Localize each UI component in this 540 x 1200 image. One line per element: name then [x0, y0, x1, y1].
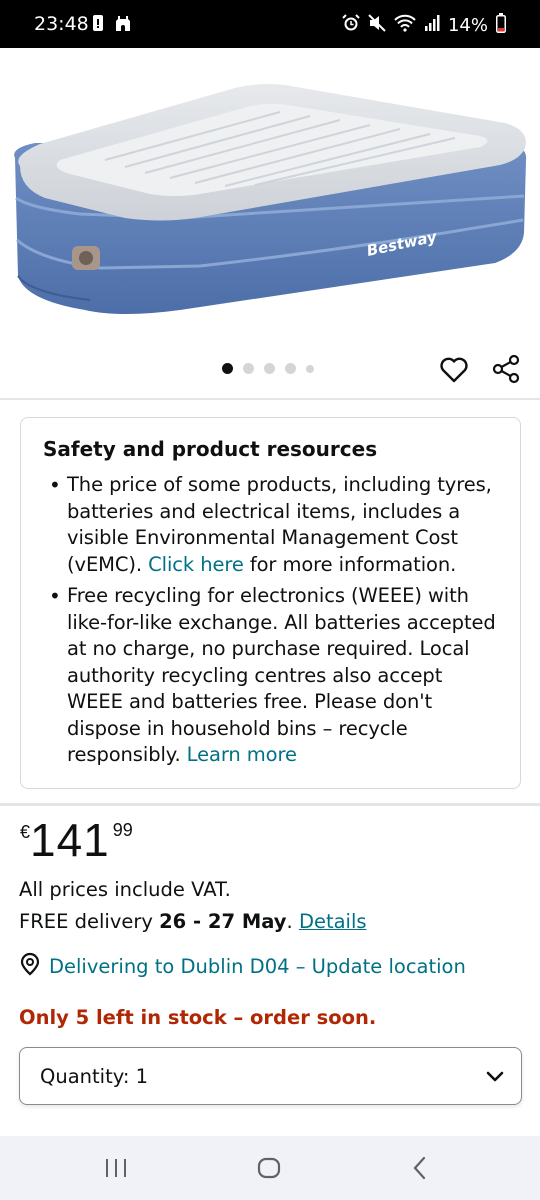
status-bar: 23:48 14% [0, 0, 540, 48]
list-item: The price of some products, including ty… [43, 472, 498, 578]
quantity-value: 1 [135, 1065, 149, 1088]
carousel-dot[interactable] [243, 363, 254, 374]
product-image[interactable]: Bestway [0, 48, 540, 338]
share-icon[interactable] [490, 353, 522, 385]
quantity-select[interactable]: Quantity: 1 [19, 1047, 522, 1105]
divider [0, 398, 540, 400]
carousel-dots[interactable] [222, 363, 314, 374]
mute-icon [368, 14, 386, 37]
carousel-dot[interactable] [285, 363, 296, 374]
heart-icon[interactable] [438, 354, 470, 386]
castle-icon [114, 14, 132, 37]
list-item: Free recycling for electronics (WEEE) wi… [43, 583, 498, 769]
home-icon[interactable] [256, 1156, 282, 1185]
location-text[interactable]: Delivering to Dublin D04 – Update locati… [49, 955, 466, 978]
resources-card: Safety and product resources The price o… [20, 417, 521, 789]
price-fraction: 99 [112, 820, 133, 840]
price-whole: 141 [30, 814, 110, 866]
delivery-dates: 26 - 27 May [159, 910, 287, 933]
battery-text: 14% [447, 15, 488, 36]
learn-more-link[interactable]: Learn more [187, 743, 297, 766]
status-time: 23:48 [34, 13, 89, 35]
details-link[interactable]: Details [299, 910, 367, 933]
delivery-info: FREE delivery 26 - 27 May. Details [19, 910, 367, 933]
carousel-dot[interactable] [306, 364, 314, 373]
battery-icon [496, 13, 506, 38]
carousel-dot[interactable] [264, 363, 275, 374]
resources-list: The price of some products, including ty… [43, 472, 498, 769]
wifi-icon [394, 14, 416, 37]
divider [0, 803, 540, 806]
alarm-icon [342, 14, 360, 37]
click-here-link[interactable]: Click here [148, 553, 244, 576]
system-nav-bar [0, 1136, 540, 1200]
stock-status: Only 5 left in stock – order soon. [19, 1006, 377, 1029]
back-icon[interactable] [410, 1156, 430, 1185]
price: € 141 99 [20, 812, 133, 868]
chevron-down-icon [485, 1067, 505, 1092]
delivery-location[interactable]: Delivering to Dublin D04 – Update locati… [19, 952, 466, 981]
signal-icon [424, 14, 440, 37]
recent-apps-icon[interactable] [104, 1158, 128, 1183]
resources-title: Safety and product resources [43, 437, 378, 461]
location-pin-icon [19, 952, 41, 981]
notification-icon [92, 14, 104, 37]
carousel-dot[interactable] [222, 363, 233, 374]
vat-note: All prices include VAT. [19, 878, 231, 901]
price-currency: € [20, 822, 31, 842]
quantity-label: Quantity: [40, 1065, 130, 1088]
